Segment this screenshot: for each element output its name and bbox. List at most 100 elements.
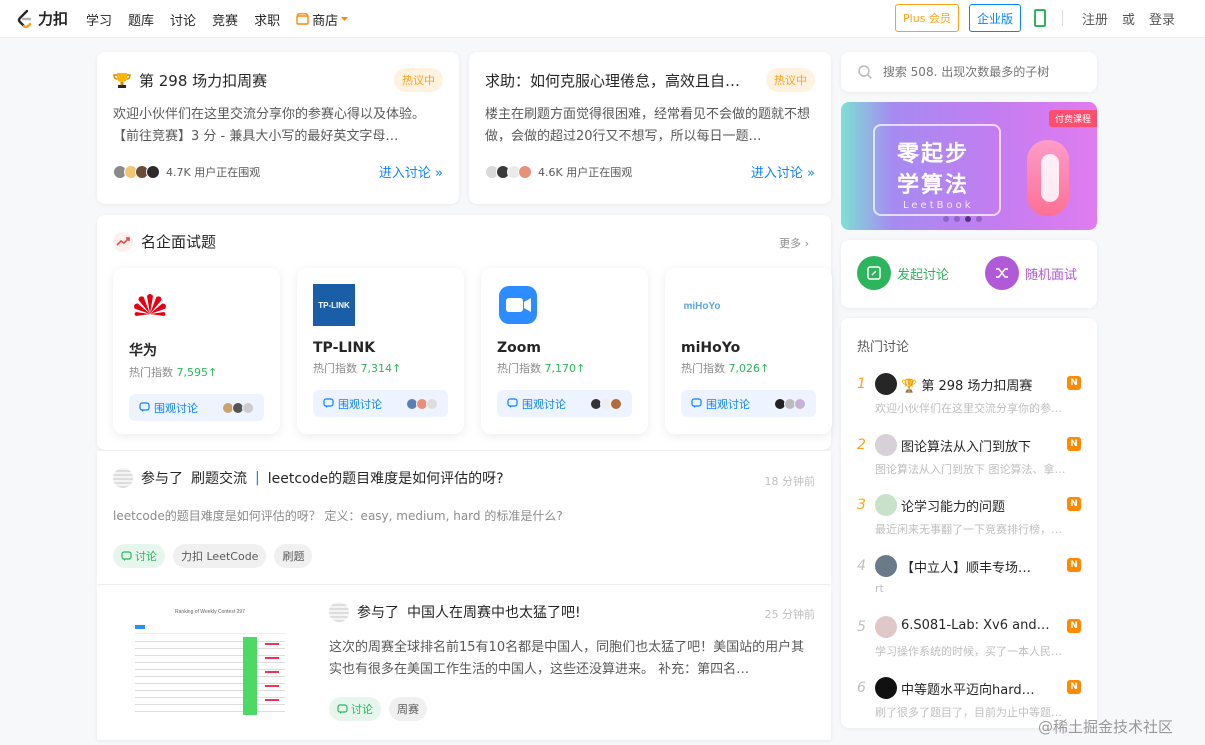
rank-number: 1 (857, 376, 866, 392)
feed-title[interactable]: leetcode的题目难度是如何评估的呀? (268, 468, 504, 488)
watch-discussion-button[interactable]: 围观讨论 (313, 390, 448, 417)
avatar-stack (113, 164, 160, 179)
auth-links: 注册 或 登录 (1082, 9, 1175, 28)
hot-discussion-card[interactable]: 求助：如何克服心理倦怠，高效且自… 热议中 楼主在刷题方面觉得很困难，经常看见不… (469, 52, 831, 204)
avatar (875, 494, 897, 516)
feed-topic-separator: | (255, 470, 260, 486)
search-box[interactable] (841, 52, 1097, 92)
main-nav: 学习 题库 讨论 竞赛 求职 商店 (86, 0, 349, 38)
feed-item-header: 参与了 刷题交流 | leetcode的题目难度是如何评估的呀? (113, 468, 504, 488)
carousel-dots[interactable] (943, 216, 982, 222)
feed-thumbnail[interactable]: Ranking of Weekly Contest 297 (131, 603, 289, 721)
hot-item-title: 🏆 第 298 场力扣周赛 (901, 379, 1033, 394)
chat-icon (121, 550, 132, 561)
quick-actions: 发起讨论 随机面试 (841, 240, 1097, 308)
login-link[interactable]: 登录 (1149, 9, 1175, 28)
rank-number: 6 (857, 680, 866, 696)
tag-practice[interactable]: 刷题 (274, 544, 313, 568)
avatar-stack (590, 397, 622, 410)
banner-line1: 零起步 (897, 142, 970, 167)
register-link[interactable]: 注册 (1082, 9, 1108, 28)
shuffle-icon (985, 256, 1019, 290)
logo-text: 力扣 (38, 10, 69, 28)
mobile-app-icon[interactable] (1034, 9, 1046, 27)
avatar (875, 555, 897, 577)
enter-discussion-link[interactable]: 进入讨论 » (751, 162, 815, 181)
carousel-dot[interactable] (965, 216, 971, 222)
company-hot-index: 热门指数 7,170↑ (497, 362, 586, 375)
hot-badge: 热议中 (766, 68, 815, 92)
company-card-tplink[interactable]: TP-LINK TP-LINK 热门指数 7,314↑ 围观讨论 (297, 268, 464, 434)
avatar-stack (406, 397, 438, 410)
chat-icon (337, 703, 348, 714)
watch-discussion-button[interactable]: 围观讨论 (497, 390, 632, 417)
company-interview-section: 名企面试题 更多 › 华为 热门指数 7,595↑ 围观讨论 TP-LINK T… (97, 215, 832, 450)
chat-icon (507, 398, 518, 408)
trending-icon (113, 231, 133, 252)
hot-list-item[interactable]: 2 图论算法从入门到放下 N 图论算法从入门到放下 图论算法、拿… (857, 431, 1085, 483)
company-card-mihoyo[interactable]: miHoYo miHoYo 热门指数 7,026↑ 围观讨论 (665, 268, 832, 434)
hot-card-title[interactable]: 第 298 场力扣周赛 (139, 70, 386, 91)
leetbook-banner[interactable]: 零起步 学算法 LeetBook 付费课程 (841, 102, 1097, 230)
search-input[interactable] (882, 65, 1081, 79)
hot-list-item[interactable]: 3 论学习能力的问题 N 最近闲来无事翻了一下竞赛排行榜，… (857, 491, 1085, 543)
tag-discuss[interactable]: 讨论 (329, 697, 381, 721)
hot-item-title: 论学习能力的问题 (901, 500, 1006, 515)
feed-title[interactable]: 中国人在周赛中也太猛了吧! (407, 602, 581, 622)
shop-icon (296, 13, 309, 25)
watch-discussion-button[interactable]: 围观讨论 (129, 394, 264, 421)
carousel-dot[interactable] (943, 216, 949, 222)
decor-shape (1041, 154, 1059, 202)
hot-list-item[interactable]: 5 6.S081-Lab: Xv6 and… N 学习操作系统的时候，买了一本人… (857, 613, 1085, 665)
plus-member-button[interactable]: Plus 会员 (895, 4, 959, 32)
huawei-logo-icon (134, 294, 166, 316)
avatar-stack (485, 164, 532, 179)
nav-item-discuss[interactable]: 讨论 (170, 10, 196, 29)
logo[interactable]: 力扣 (16, 8, 68, 29)
chat-icon (323, 398, 334, 408)
feed-item[interactable]: 参与了 刷题交流 | leetcode的题目难度是如何评估的呀? 18 分钟前 … (97, 451, 831, 584)
hot-item-summary: 欢迎小伙伴们在这里交流分享你的参… (875, 402, 1062, 415)
hot-item-title: 6.S081-Lab: Xv6 and… (901, 618, 1050, 633)
section-header: 名企面试题 (113, 231, 216, 252)
avatar (875, 373, 897, 395)
feed-tags: 讨论 周赛 (329, 697, 427, 721)
hot-item-summary: 最近闲来无事翻了一下竞赛排行榜，… (875, 523, 1062, 536)
avatar (875, 616, 897, 638)
hot-discussion-card[interactable]: 第 298 场力扣周赛 热议中 欢迎小伙伴们在这里交流分享你的参赛心得以及体验。… (97, 52, 459, 204)
nav-item-shop[interactable]: 商店 (296, 10, 349, 29)
tag-discuss[interactable]: 讨论 (113, 544, 165, 568)
nav-item-learn[interactable]: 学习 (86, 10, 112, 29)
hot-card-desc: 欢迎小伙伴们在这里交流分享你的参赛心得以及体验。【前往竞赛】3 分 - 兼具大小… (113, 107, 426, 144)
random-interview-button[interactable]: 随机面试 (985, 256, 1077, 290)
hot-card-title[interactable]: 求助：如何克服心理倦怠，高效且自… (485, 70, 758, 91)
nav-item-jobs[interactable]: 求职 (254, 10, 280, 29)
hot-card-desc: 楼主在刷题方面觉得很困难，经常看见不会做的题就不想做，会做的超过20行又不想写，… (485, 107, 811, 144)
start-discussion-button[interactable]: 发起讨论 (857, 256, 949, 290)
feed-action: 参与了 (357, 605, 399, 621)
avatar (329, 602, 349, 622)
rank-number: 2 (857, 437, 866, 453)
avatar-stack (774, 397, 806, 410)
banner-line3: LeetBook (903, 200, 974, 211)
tag-weekly-contest[interactable]: 周赛 (389, 697, 427, 721)
carousel-dot[interactable] (976, 216, 982, 222)
carousel-dot[interactable] (954, 216, 960, 222)
more-link[interactable]: 更多 › (779, 235, 809, 251)
nav-item-contest[interactable]: 竞赛 (212, 10, 238, 29)
hot-list-item[interactable]: 1 🏆 第 298 场力扣周赛 N 欢迎小伙伴们在这里交流分享你的参… (857, 370, 1085, 422)
hot-list-item[interactable]: 4 【中立人】顺丰专场… N rt (857, 552, 1085, 604)
enterprise-button[interactable]: 企业版 (969, 4, 1021, 32)
feed-tags: 讨论 力扣 LeetCode 刷题 (113, 544, 313, 568)
watch-discussion-button[interactable]: 围观讨论 (681, 390, 816, 417)
company-hot-index: 热门指数 7,595↑ (129, 366, 218, 379)
enter-discussion-link[interactable]: 进入讨论 » (379, 162, 443, 181)
tag-leetcode[interactable]: 力扣 LeetCode (173, 544, 267, 568)
feed-item[interactable]: Ranking of Weekly Contest 297 参与了 中国人在周赛… (97, 585, 831, 740)
company-card-huawei[interactable]: 华为 热门指数 7,595↑ 围观讨论 (113, 268, 280, 434)
nav-item-problems[interactable]: 题库 (128, 10, 154, 29)
company-card-zoom[interactable]: Zoom 热门指数 7,170↑ 围观讨论 (481, 268, 648, 434)
company-hot-index: 热门指数 7,314↑ (313, 362, 402, 375)
feed-action: 参与了 (141, 471, 183, 487)
feed-topic[interactable]: 刷题交流 (191, 468, 247, 488)
